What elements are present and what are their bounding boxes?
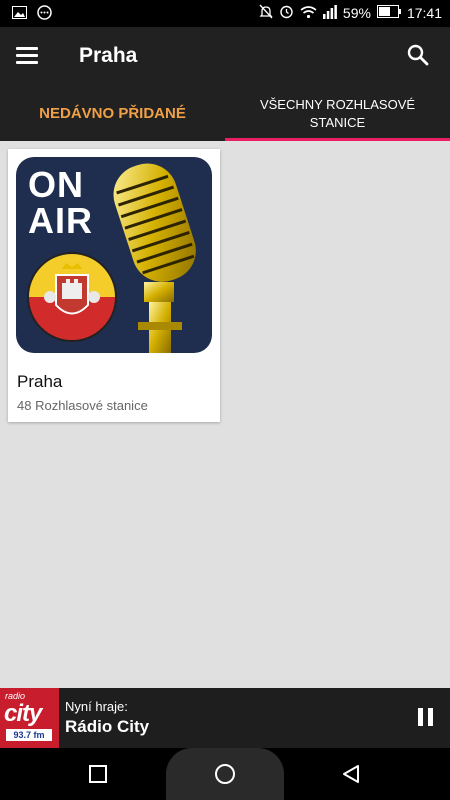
tab-all-stations-label: VŠECHNY ROZHLASOVÉ STANICE xyxy=(259,97,416,130)
wifi-icon xyxy=(300,5,317,22)
now-playing-station: Rádio City xyxy=(65,717,150,736)
on-air-image: ON AIR xyxy=(16,157,212,353)
alarm-icon xyxy=(279,4,294,22)
recents-icon[interactable] xyxy=(89,765,107,788)
tab-bar: NEDÁVNO PŘIDANÉ VŠECHNY ROZHLASOVÉ STANI… xyxy=(0,87,450,141)
tab-all-stations[interactable]: VŠECHNY ROZHLASOVÉ STANICE xyxy=(225,87,450,141)
page-title: Praha xyxy=(79,44,138,67)
image-notification-icon xyxy=(12,6,27,22)
station-logo: radio city 93.7 fm xyxy=(0,688,59,748)
now-playing-label: Nyní hraje: xyxy=(65,699,128,714)
station-card[interactable]: ON AIR Praha 48 Rozhlasové stanice xyxy=(8,149,220,422)
menu-icon[interactable] xyxy=(16,44,44,70)
content-area: ON AIR Praha 48 Rozhlasové stanice xyxy=(0,141,450,688)
card-subtitle: 48 Rozhlasové stanice xyxy=(17,398,148,413)
app-bar: Praha xyxy=(0,27,450,87)
back-icon[interactable] xyxy=(341,764,361,789)
now-playing-bar[interactable]: radio city 93.7 fm Nyní hraje: Rádio Cit… xyxy=(0,688,450,748)
pause-icon[interactable] xyxy=(418,708,434,726)
battery-percent: 59% xyxy=(342,5,371,21)
mute-icon xyxy=(259,4,273,22)
microphone-icon xyxy=(27,163,196,353)
status-bar: 59% 17:41 xyxy=(0,0,450,27)
card-title: Praha xyxy=(17,372,63,391)
clock: 17:41 xyxy=(406,5,442,21)
home-icon[interactable] xyxy=(214,763,236,790)
search-icon[interactable] xyxy=(406,43,432,69)
system-nav-bar xyxy=(0,748,450,800)
signal-icon xyxy=(322,4,337,22)
tab-recently-added[interactable]: NEDÁVNO PŘIDANÉ xyxy=(0,87,225,141)
messenger-icon xyxy=(37,5,52,23)
battery-icon xyxy=(376,5,401,21)
